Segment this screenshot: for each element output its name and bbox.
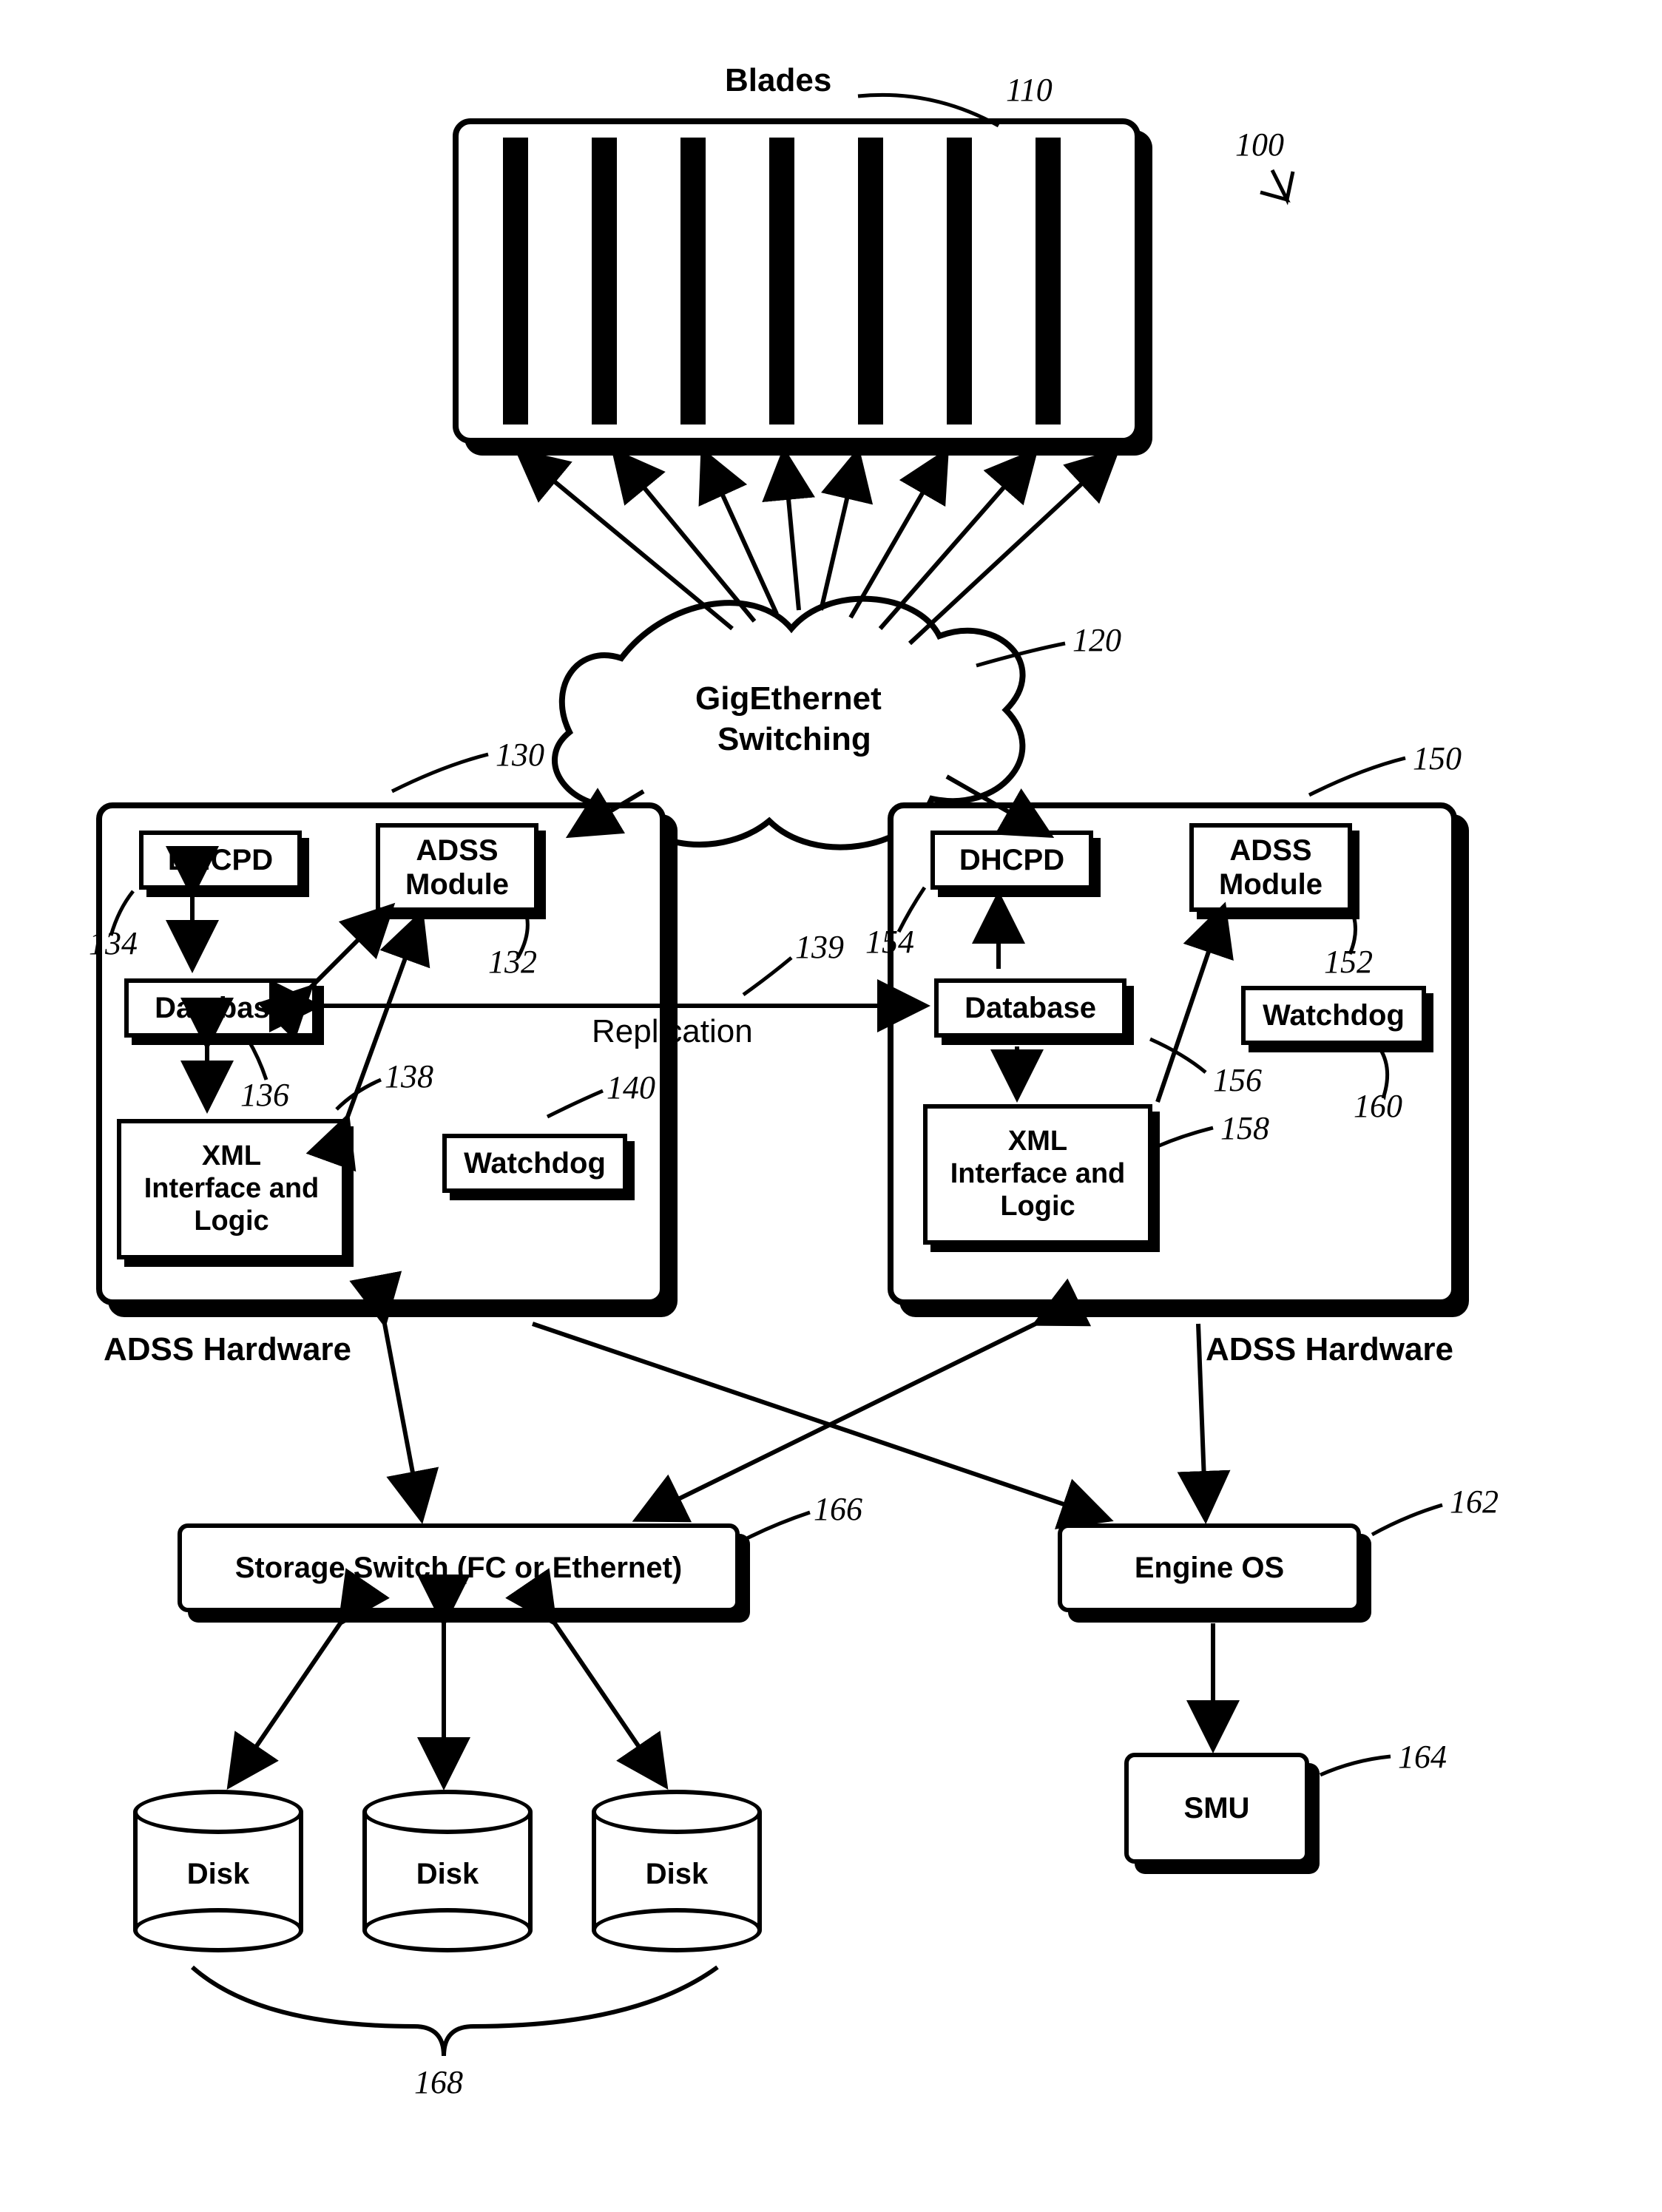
adss-hardware-right-label: ADSS Hardware — [1206, 1331, 1453, 1368]
ref-158: 158 — [1220, 1109, 1269, 1147]
adss-hardware-left-panel: DHCPD ADSS Module Database XML Interface… — [96, 802, 666, 1305]
xml-box-right: XML Interface and Logic — [923, 1104, 1152, 1245]
engine-os-box: Engine OS — [1058, 1523, 1361, 1612]
ref-154: 154 — [865, 923, 914, 961]
ref-120: 120 — [1072, 621, 1121, 659]
disk-3: Disk — [592, 1790, 762, 1952]
ref-166: 166 — [814, 1490, 862, 1528]
disk-2-label: Disk — [416, 1858, 479, 1891]
ref-168: 168 — [414, 2063, 463, 2101]
smu-box: SMU — [1124, 1753, 1309, 1864]
storage-switch-box: Storage Switch (FC or Ethernet) — [178, 1523, 740, 1612]
replication-label: Replication — [592, 1013, 753, 1050]
disk-2: Disk — [362, 1790, 533, 1952]
cloud-label-2: Switching — [717, 721, 871, 758]
ref-110: 110 — [1006, 71, 1053, 109]
ref-138: 138 — [385, 1058, 433, 1095]
adss-hardware-left-label: ADSS Hardware — [104, 1331, 351, 1368]
ref-136: 136 — [240, 1076, 289, 1114]
watchdog-box-left: Watchdog — [442, 1134, 627, 1193]
ref-152: 152 — [1324, 943, 1373, 981]
ref-130: 130 — [496, 736, 544, 774]
ref-139: 139 — [795, 928, 844, 966]
adss-module-box-right: ADSS Module — [1189, 823, 1352, 912]
ref-164: 164 — [1398, 1738, 1447, 1776]
dhcpd-box-right: DHCPD — [930, 831, 1093, 890]
disk-3-label: Disk — [646, 1858, 709, 1891]
database-box-left: Database — [124, 978, 317, 1038]
disk-1: Disk — [133, 1790, 303, 1952]
ref-150: 150 — [1413, 740, 1462, 777]
ref-132: 132 — [488, 943, 537, 981]
watchdog-box-right: Watchdog — [1241, 986, 1426, 1045]
ref-162: 162 — [1450, 1483, 1499, 1521]
ref-156: 156 — [1213, 1061, 1262, 1099]
disk-1-label: Disk — [187, 1858, 250, 1891]
adss-module-box-left: ADSS Module — [376, 823, 538, 912]
ref-140: 140 — [607, 1069, 655, 1106]
adss-hardware-right-panel: DHCPD ADSS Module Database XML Interface… — [888, 802, 1457, 1305]
cloud-label-1: GigEthernet — [695, 680, 882, 717]
ref-160: 160 — [1354, 1087, 1402, 1125]
blades-rack — [453, 118, 1141, 444]
ref-100: 100 — [1235, 126, 1284, 163]
title-blades: Blades — [725, 62, 831, 99]
ref-134: 134 — [89, 924, 138, 962]
xml-box-left: XML Interface and Logic — [117, 1119, 346, 1259]
database-box-right: Database — [934, 978, 1126, 1038]
dhcpd-box-left: DHCPD — [139, 831, 302, 890]
